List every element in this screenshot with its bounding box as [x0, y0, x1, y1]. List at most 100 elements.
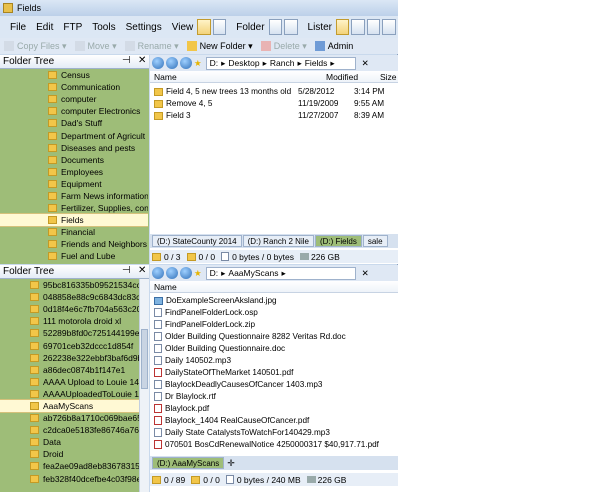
tree-item[interactable]: a86dec0874b1f147e1 [0, 364, 139, 376]
tree-item[interactable]: 69701ceb32dccc1d854f [0, 339, 139, 351]
tree-item[interactable]: 95bc816335b09521534cc30f [0, 279, 139, 291]
list-item[interactable]: 070501 BosCdRenewalNotice 4250000317 $40… [154, 439, 379, 450]
tree-item-aaamyscans[interactable]: AaaMyScans [0, 398, 139, 414]
close-icon[interactable]: ✕ [138, 265, 146, 276]
list-item[interactable]: Field 3 11/27/2007 8:39 AM [154, 110, 398, 121]
admin-button[interactable]: Admin [314, 41, 353, 51]
tree-item[interactable]: 0d18f4e6c7fb704a563c2048 [0, 303, 139, 315]
tree-item-census[interactable]: Census [0, 69, 148, 81]
tree-item[interactable]: 52289b8fd0c725144199e5 [0, 327, 139, 339]
list-item[interactable]: DoExampleScreenAksland.jpg [154, 295, 277, 306]
tree-item-farm-news[interactable]: Farm News information [0, 190, 148, 202]
forward-icon[interactable] [166, 267, 178, 279]
close-icon[interactable]: ✕ [362, 268, 369, 279]
tree-item[interactable]: 111 motorola droid xl [0, 315, 139, 327]
close-icon[interactable]: ✕ [362, 58, 369, 69]
tree-item-droid[interactable]: Droid [0, 448, 139, 460]
tree-item-communication[interactable]: Communication [0, 81, 148, 93]
tree-item[interactable]: AAAAUploadedToLouie 140 [0, 388, 139, 400]
lister-dual-button[interactable] [351, 19, 365, 35]
path-breadcrumb[interactable]: D: ▸ Desktop ▸ Ranch ▸ Fields ▸ [205, 56, 356, 70]
up-icon[interactable] [180, 57, 192, 69]
column-size[interactable]: Size [380, 72, 397, 82]
list-item[interactable]: Remove 4, 5 11/19/2009 9:55 AM [154, 98, 398, 109]
menu-tools[interactable]: Tools [92, 22, 115, 33]
menu-view[interactable]: View [172, 22, 194, 33]
tree-item[interactable]: ab726b8a1710c069bae657b [0, 412, 139, 424]
lister-horizontal-button[interactable] [382, 19, 396, 35]
tree-item-computer-electronics[interactable]: computer Electronics [0, 105, 148, 117]
forward-icon[interactable] [166, 57, 178, 69]
copy-files-button[interactable]: Copy Files ▾ [4, 41, 67, 52]
back-icon[interactable] [152, 267, 164, 279]
menu-settings[interactable]: Settings [126, 22, 162, 33]
folder-star-button[interactable] [268, 19, 283, 35]
back-icon[interactable] [152, 57, 164, 69]
column-modified[interactable]: Modified [326, 72, 358, 82]
tree-item-employees[interactable]: Employees [0, 166, 148, 178]
tree-item[interactable]: c2dca0e5183fe86746a76a [0, 424, 139, 436]
list-item[interactable]: Older Building Questionnaire 8282 Verita… [154, 331, 346, 342]
tree-scrollbar[interactable] [139, 279, 149, 492]
tree-item-dads-stuff[interactable]: Dad's Stuff [0, 117, 148, 129]
menu-edit[interactable]: Edit [36, 22, 53, 33]
list-item[interactable]: Blaylock_1404 RealCauseOfCancer.pdf [154, 415, 309, 426]
rename-button[interactable]: Rename ▾ [124, 41, 179, 52]
tree-item[interactable]: feb328f40dcefbe4c03f98ec5 [0, 473, 139, 485]
view-details-button[interactable] [197, 19, 211, 35]
menu-folder[interactable]: Folder [236, 22, 264, 33]
tree-item-fertilizer[interactable]: Fertilizer, Supplies, con [0, 202, 148, 214]
tree-item-friends-and-neighbors[interactable]: Friends and Neighbors [0, 238, 148, 250]
tree-item-fuel-and-lube[interactable]: Fuel and Lube [0, 250, 148, 262]
favorites-star-icon[interactable]: ★ [194, 58, 202, 69]
up-icon[interactable] [180, 267, 192, 279]
tab-ranch2nile[interactable]: (D:) Ranch 2 Nile [242, 235, 314, 247]
menu-lister[interactable]: Lister [308, 22, 332, 33]
view-thumbnails-button[interactable] [212, 19, 227, 35]
tab-aaamyscans[interactable]: (D:) AaaMyScans [152, 457, 225, 469]
tree-item[interactable]: 048858e88c9c6843dc83c94 [0, 291, 139, 303]
tree-item[interactable]: AAAA Upload to Louie 1404 [0, 376, 139, 388]
tree-item-fields[interactable]: Fields [0, 213, 148, 228]
list-item[interactable]: Daily 140502.mp3 [154, 355, 231, 366]
list-item[interactable]: Dr Blaylock.rtf [154, 391, 216, 402]
lister-single-button[interactable] [336, 19, 350, 35]
scroll-thumb[interactable] [141, 329, 148, 389]
folder-flat-button[interactable] [284, 19, 298, 35]
column-name[interactable]: Name [154, 282, 177, 292]
folder-icon [30, 401, 39, 410]
tab-sale[interactable]: sale [362, 235, 388, 247]
favorites-star-icon[interactable]: ★ [194, 268, 202, 279]
list-item[interactable]: BlaylockDeadlyCausesOfCancer 1403.mp3 [154, 379, 322, 390]
list-item[interactable]: FindPanelFolderLock.zip [154, 319, 255, 330]
tree-item-documents[interactable]: Documents [0, 154, 148, 166]
tree-item-data[interactable]: Data [0, 436, 139, 448]
list-item[interactable]: Daily State CatalystsToWatchFor140429.mp… [154, 427, 330, 438]
menu-file[interactable]: File [10, 22, 26, 33]
pin-icon[interactable]: ⊣ [122, 55, 131, 66]
lister-vertical-button[interactable] [366, 19, 381, 35]
tab-fields[interactable]: (D:) Fields [314, 235, 362, 247]
delete-button[interactable]: Delete ▾ [260, 41, 307, 52]
tree-item[interactable]: 262238e322ebbf3baf6d9b3 [0, 352, 139, 364]
list-item[interactable]: DailyStateOfTheMarket 140501.pdf [154, 367, 293, 378]
menu-ftp[interactable]: FTP [63, 22, 82, 33]
pin-icon[interactable]: ⊣ [122, 265, 131, 276]
tree-item-financial[interactable]: Financial [0, 226, 148, 238]
tree-item-diseases-and-pests[interactable]: Diseases and pests [0, 142, 148, 154]
new-tab-icon[interactable]: ✛ [227, 458, 235, 469]
list-item[interactable]: FindPanelFolderLock.osp [154, 307, 258, 318]
tree-item[interactable]: fea2ae09ad8eb8367831529 [0, 460, 139, 472]
list-item[interactable]: Blaylock.pdf [154, 403, 209, 414]
list-item[interactable]: Older Building Questionnaire.doc [154, 343, 285, 354]
close-icon[interactable]: ✕ [138, 55, 146, 66]
tree-item-computer[interactable]: computer [0, 93, 148, 105]
tree-item-equipment[interactable]: Equipment [0, 178, 148, 190]
list-item[interactable]: Field 4, 5 new trees 13 months old 5/28/2… [154, 86, 398, 97]
move-button[interactable]: Move ▾ [74, 41, 117, 52]
column-name[interactable]: Name [154, 72, 177, 82]
tab-statecounty[interactable]: (D:) StateCounty 2014 [152, 235, 242, 247]
path-breadcrumb[interactable]: D: ▸ AaaMyScans ▸ [205, 266, 356, 280]
new-folder-button[interactable]: New Folder ▾ [186, 41, 253, 52]
tree-item-department-of-agriculture[interactable]: Department of Agricult [0, 129, 148, 141]
